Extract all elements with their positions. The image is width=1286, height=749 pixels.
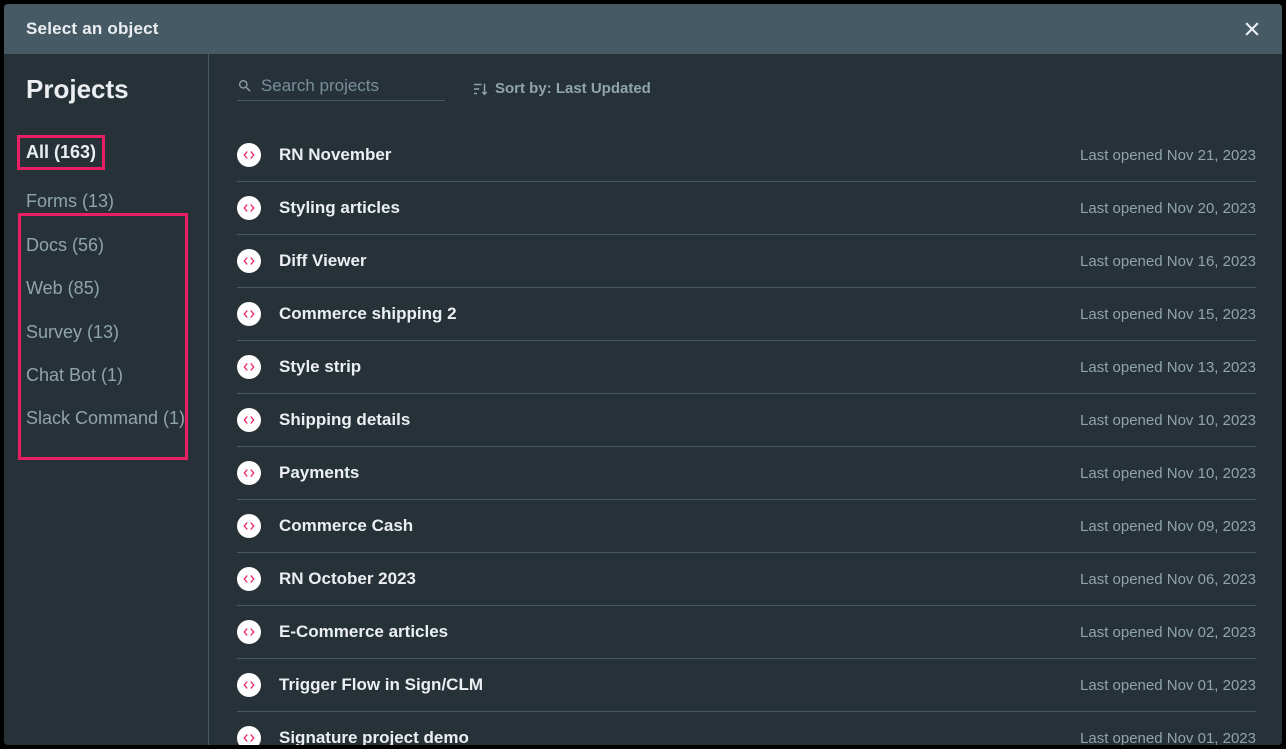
project-meta: Last opened Nov 20, 2023 [1080,200,1256,217]
project-meta: Last opened Nov 01, 2023 [1080,730,1256,746]
project-icon [237,461,261,485]
project-icon-glyph [242,307,256,321]
project-row[interactable]: Shipping details Last opened Nov 10, 2023 [237,394,1256,447]
project-meta: Last opened Nov 13, 2023 [1080,359,1256,376]
close-icon [1242,19,1262,39]
object-picker-dialog: Select an object Projects All (163)Forms… [4,4,1282,745]
sort-label: Sort by: Last Updated [495,80,651,97]
project-meta: Last opened Nov 10, 2023 [1080,465,1256,482]
dialog-title: Select an object [26,19,159,39]
project-name: E-Commerce articles [279,622,1062,642]
project-row[interactable]: RN October 2023 Last opened Nov 06, 2023 [237,553,1256,606]
project-row[interactable]: Payments Last opened Nov 10, 2023 [237,447,1256,500]
project-row[interactable]: Style strip Last opened Nov 13, 2023 [237,341,1256,394]
project-row[interactable]: Commerce shipping 2 Last opened Nov 15, 2… [237,288,1256,341]
project-meta: Last opened Nov 02, 2023 [1080,624,1256,641]
project-icon [237,567,261,591]
project-row[interactable]: Signature project demo Last opened Nov 01… [237,712,1256,745]
project-name: Payments [279,463,1062,483]
project-row[interactable]: Styling articles Last opened Nov 20, 2023 [237,182,1256,235]
category-item[interactable]: Forms (13) [26,180,194,223]
project-icon-glyph [242,519,256,533]
project-icon [237,302,261,326]
project-meta: Last opened Nov 09, 2023 [1080,518,1256,535]
project-name: Signature project demo [279,728,1062,745]
category-item[interactable]: Survey (13) [26,311,194,354]
category-item[interactable]: Web (85) [26,267,194,310]
project-row[interactable]: E-Commerce articles Last opened Nov 02, 2… [237,606,1256,659]
project-name: RN November [279,145,1062,165]
project-icon [237,673,261,697]
toolbar: Sort by: Last Updated [209,54,1270,109]
project-name: Diff Viewer [279,251,1062,271]
project-meta: Last opened Nov 06, 2023 [1080,571,1256,588]
project-icon [237,620,261,644]
dialog-body: Projects All (163)Forms (13)Docs (56)Web… [4,54,1282,745]
project-icon-glyph [242,625,256,639]
project-icon-glyph [242,572,256,586]
project-icon-glyph [242,201,256,215]
project-row[interactable]: Commerce Cash Last opened Nov 09, 2023 [237,500,1256,553]
project-name: Shipping details [279,410,1062,430]
project-meta: Last opened Nov 21, 2023 [1080,147,1256,164]
project-name: Style strip [279,357,1062,377]
project-icon-glyph [242,254,256,268]
category-item[interactable]: All (163) [26,125,194,180]
project-meta: Last opened Nov 15, 2023 [1080,306,1256,323]
dialog-titlebar: Select an object [4,4,1282,54]
project-icon-glyph [242,360,256,374]
project-meta: Last opened Nov 16, 2023 [1080,253,1256,270]
close-button[interactable] [1238,15,1266,43]
sidebar-heading: Projects [26,74,194,105]
search-input[interactable] [261,76,445,96]
project-icon [237,249,261,273]
project-row[interactable]: Trigger Flow in Sign/CLM Last opened Nov … [237,659,1256,712]
project-list[interactable]: RN November Last opened Nov 21, 2023 Styli… [209,129,1270,745]
main-panel: Sort by: Last Updated RN November Last op… [209,54,1282,745]
project-name: Trigger Flow in Sign/CLM [279,675,1062,695]
project-icon [237,408,261,432]
project-icon [237,196,261,220]
project-meta: Last opened Nov 10, 2023 [1080,412,1256,429]
project-name: Styling articles [279,198,1062,218]
project-icon [237,514,261,538]
project-icon-glyph [242,466,256,480]
category-item[interactable]: Docs (56) [26,224,194,267]
category-list: All (163)Forms (13)Docs (56)Web (85)Surv… [26,125,194,441]
project-name: RN October 2023 [279,569,1062,589]
project-icon-glyph [242,731,256,745]
search-icon [237,77,253,95]
search-field[interactable] [237,76,445,101]
project-icon [237,726,261,745]
project-icon [237,355,261,379]
project-row[interactable]: Diff Viewer Last opened Nov 16, 2023 [237,235,1256,288]
category-label: All (163) [17,135,105,170]
sidebar: Projects All (163)Forms (13)Docs (56)Web… [4,54,209,745]
project-icon-glyph [242,413,256,427]
project-row[interactable]: RN November Last opened Nov 21, 2023 [237,129,1256,182]
sort-button[interactable]: Sort by: Last Updated [471,80,651,98]
project-icon-glyph [242,148,256,162]
project-name: Commerce Cash [279,516,1062,536]
sort-icon [471,80,489,98]
category-item[interactable]: Slack Command (1) [26,397,194,440]
project-icon-glyph [242,678,256,692]
project-icon [237,143,261,167]
project-name: Commerce shipping 2 [279,304,1062,324]
category-item[interactable]: Chat Bot (1) [26,354,194,397]
project-meta: Last opened Nov 01, 2023 [1080,677,1256,694]
